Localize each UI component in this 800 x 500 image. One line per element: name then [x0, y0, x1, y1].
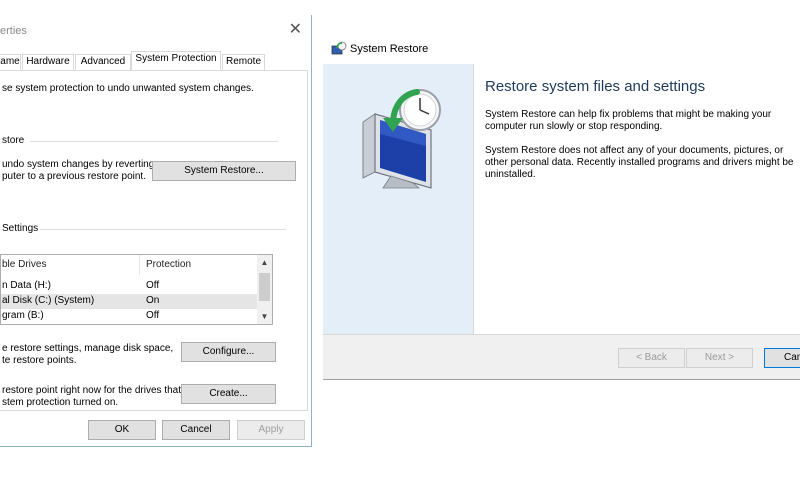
restore-side-banner [323, 64, 474, 334]
drive-name: n Data (H:) [2, 280, 51, 291]
scroll-thumb[interactable] [259, 273, 270, 301]
ok-button[interactable]: OK [88, 420, 156, 440]
settings-group-label: Settings [2, 223, 39, 234]
configure-desc-line2: te restore points. [2, 355, 77, 366]
system-restore-button[interactable]: System Restore... [152, 161, 296, 181]
drives-header-separator [139, 255, 140, 275]
wizard-footer: < Back Next > Canc [323, 335, 800, 380]
tab-remote[interactable]: Remote [222, 54, 265, 70]
close-icon[interactable]: ✕ [289, 21, 302, 39]
restore-group-divider [30, 141, 278, 142]
drive-row[interactable]: gram (B:) Off [1, 309, 259, 324]
tab-advanced[interactable]: Advanced [75, 54, 131, 70]
drives-list[interactable]: ble Drives Protection n Data (H:) Off al… [0, 254, 273, 325]
create-desc-line1: restore point right now for the drives t… [2, 385, 181, 396]
scroll-up-icon[interactable]: ▲ [257, 256, 272, 269]
drive-row-selected[interactable]: al Disk (C:) (System) On [1, 294, 259, 309]
create-button[interactable]: Create... [181, 384, 276, 404]
next-button[interactable]: Next > [686, 348, 753, 368]
tab-name[interactable]: ame [0, 54, 21, 70]
drive-name: gram (B:) [2, 310, 44, 321]
restore-paragraph-1: System Restore can help fix problems tha… [485, 109, 772, 132]
cancel-button[interactable]: Cancel [162, 420, 230, 440]
restore-title: System Restore [350, 43, 429, 55]
system-restore-dialog: System Restore Restore system files and … [323, 33, 800, 380]
tab-system-protection[interactable]: System Protection [131, 51, 221, 70]
restore-group-label: store [2, 135, 25, 146]
restore-desc-line1: undo system changes by reverting [2, 159, 155, 170]
apply-button[interactable]: Apply [237, 420, 305, 440]
drive-name: al Disk (C:) (System) [2, 295, 95, 306]
settings-group-divider [40, 229, 286, 230]
wizard-cancel-button[interactable]: Canc [764, 348, 800, 368]
drive-protection: Off [146, 280, 160, 291]
restore-desc-line2: puter to a previous restore point. [2, 171, 146, 182]
scroll-down-icon[interactable]: ▼ [257, 310, 272, 323]
restore-heading: Restore system files and settings [485, 78, 706, 95]
drives-header: ble Drives Protection [1, 255, 272, 275]
configure-button[interactable]: Configure... [181, 342, 276, 362]
drive-protection: Off [146, 310, 160, 321]
intro-text: se system protection to undo unwanted sy… [2, 83, 254, 94]
tab-strip: ame Hardware Advanced System Protection … [0, 51, 311, 70]
configure-desc-line1: e restore settings, manage disk space, [2, 343, 174, 354]
back-button[interactable]: < Back [618, 348, 685, 368]
drive-row[interactable]: n Data (H:) Off [1, 279, 259, 294]
tab-hardware[interactable]: Hardware [22, 54, 74, 70]
drive-protection: On [146, 295, 160, 306]
restore-titlebar[interactable]: System Restore [323, 33, 800, 64]
drives-scrollbar[interactable]: ▲ ▼ [257, 255, 272, 324]
system-properties-dialog: erties ✕ ame Hardware Advanced System Pr… [0, 15, 312, 447]
restore-paragraph-2: System Restore does not affect any of yo… [485, 145, 794, 180]
props-titlebar[interactable]: erties ✕ [0, 15, 311, 46]
restore-monitor-clock-icon [362, 89, 441, 189]
create-desc-line2: stem protection turned on. [2, 397, 119, 408]
system-restore-icon [331, 41, 347, 55]
drives-header-protection[interactable]: Protection [146, 259, 191, 270]
system-protection-panel: se system protection to undo unwanted sy… [0, 71, 308, 411]
drives-header-name[interactable]: ble Drives [2, 259, 46, 270]
props-title: erties [0, 25, 27, 37]
